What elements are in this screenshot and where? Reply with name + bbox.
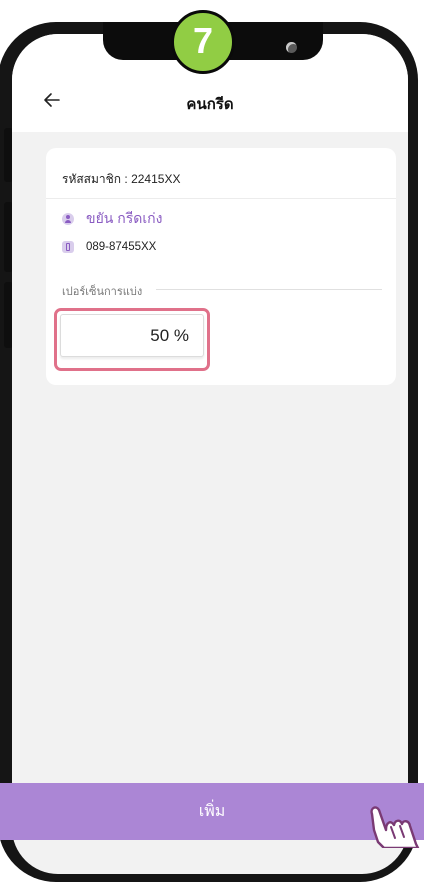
- member-name-row: ขยัน กรีดเก่ง: [62, 208, 162, 230]
- step-badge: 7: [171, 10, 235, 74]
- card-divider: [46, 198, 396, 199]
- page-title: คนกรีด: [186, 96, 234, 113]
- phone-screen: คนกรีด รหัสสมาชิก : 22415XX ขยัน กรีดเก่…: [12, 34, 408, 874]
- member-name: ขยัน กรีดเก่ง: [86, 210, 163, 226]
- member-id-label: รหัสสมาชิก :: [62, 172, 128, 186]
- section-divider: [156, 289, 382, 290]
- phone-icon: [62, 241, 74, 253]
- member-phone-row: 089-87455XX: [62, 238, 156, 256]
- share-percent-input[interactable]: 50 %: [60, 314, 204, 357]
- add-button[interactable]: เพิ่ม: [0, 783, 424, 840]
- member-id-value: 22415XX: [131, 172, 181, 186]
- hand-pointer-icon: [370, 806, 420, 848]
- member-phone: 089-87455XX: [86, 241, 157, 253]
- member-card: รหัสสมาชิก : 22415XX ขยัน กรีดเก่ง 089-8…: [46, 148, 396, 385]
- share-percent-label: เปอร์เซ็นการแบ่ง: [62, 286, 143, 298]
- member-id-row: รหัสสมาชิก : 22415XX: [62, 170, 180, 189]
- camera-icon: [286, 42, 297, 53]
- person-icon: [62, 213, 74, 225]
